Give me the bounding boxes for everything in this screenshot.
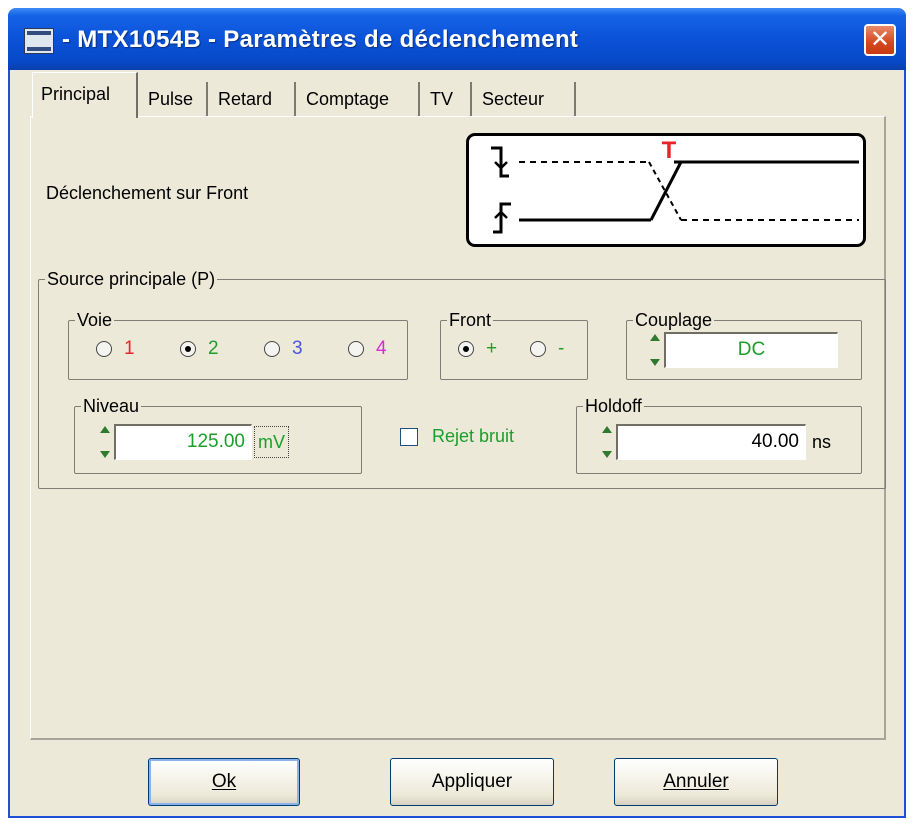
tab-principal[interactable]: Principal — [32, 72, 138, 118]
voie-radio-label: 1 — [124, 338, 135, 359]
rejet-bruit-checkbox[interactable] — [400, 428, 418, 446]
voie-radio-1[interactable]: 1 — [96, 338, 135, 360]
front-legend: Front — [447, 309, 494, 331]
tab-tv[interactable]: TV — [422, 82, 472, 116]
tab-pulse[interactable]: Pulse — [140, 82, 208, 116]
rejet-bruit-label: Rejet bruit — [432, 426, 515, 446]
radio-circle-selected[interactable] — [458, 341, 474, 357]
voie-radio-label: 2 — [208, 338, 219, 359]
tab-secteur[interactable]: Secteur — [474, 82, 576, 116]
radio-circle[interactable] — [96, 341, 112, 357]
radio-circle[interactable] — [348, 341, 364, 357]
edge-trigger-diagram-svg: T — [491, 137, 859, 234]
radio-circle[interactable] — [264, 341, 280, 357]
voie-legend: Voie — [75, 309, 115, 331]
apply-button-label: Appliquer — [431, 771, 513, 792]
front-radio-plus[interactable]: + — [458, 338, 497, 360]
holdoff-legend: Holdoff — [583, 395, 644, 417]
source-principale-legend: Source principale (P) — [45, 268, 218, 290]
holdoff-spin-arrows-icon[interactable] — [600, 424, 614, 460]
voie-radio-label: 4 — [376, 338, 387, 359]
niveau-field[interactable]: 125.00 — [114, 424, 252, 460]
tab-retard[interactable]: Retard — [210, 82, 296, 116]
holdoff-unit: ns — [812, 432, 832, 452]
cancel-button[interactable]: Annuler — [614, 758, 778, 806]
tab-comptage[interactable]: Comptage — [298, 82, 420, 116]
front-radio-minus[interactable]: - — [530, 338, 564, 360]
couplage-legend: Couplage — [633, 309, 715, 331]
cancel-button-label: Annuler — [663, 771, 729, 792]
couplage-spin-arrows-icon[interactable] — [648, 332, 662, 368]
voie-radio-label: 3 — [292, 338, 303, 359]
oscilloscope-app-icon — [24, 28, 54, 54]
front-radio-label: + — [486, 338, 498, 359]
niveau-unit[interactable]: mV — [254, 426, 289, 458]
window-title: - MTX1054B - Paramètres de déclenchement — [62, 26, 579, 53]
niveau-legend: Niveau — [81, 395, 142, 417]
title-bar[interactable]: - MTX1054B - Paramètres de déclenchement… — [8, 8, 906, 70]
ok-button-label: Ok — [211, 771, 237, 792]
voie-radio-2[interactable]: 2 — [180, 338, 219, 360]
close-icon[interactable]: ✕ — [864, 24, 896, 56]
radio-circle-selected[interactable] — [180, 341, 196, 357]
apply-button[interactable]: Appliquer — [390, 758, 554, 806]
niveau-spin-arrows-icon[interactable] — [98, 424, 112, 460]
couplage-field[interactable]: DC — [664, 332, 838, 368]
edge-trigger-diagram: T — [466, 133, 866, 247]
trigger-marker-label: T — [662, 137, 677, 164]
trigger-mode-label: Déclenchement sur Front — [46, 183, 249, 203]
holdoff-field[interactable]: 40.00 — [616, 424, 806, 460]
voie-radio-3[interactable]: 3 — [264, 338, 303, 360]
ok-button[interactable]: Ok — [148, 758, 300, 806]
radio-circle[interactable] — [530, 341, 546, 357]
front-radio-label: - — [558, 338, 565, 359]
voie-radio-4[interactable]: 4 — [348, 338, 387, 360]
